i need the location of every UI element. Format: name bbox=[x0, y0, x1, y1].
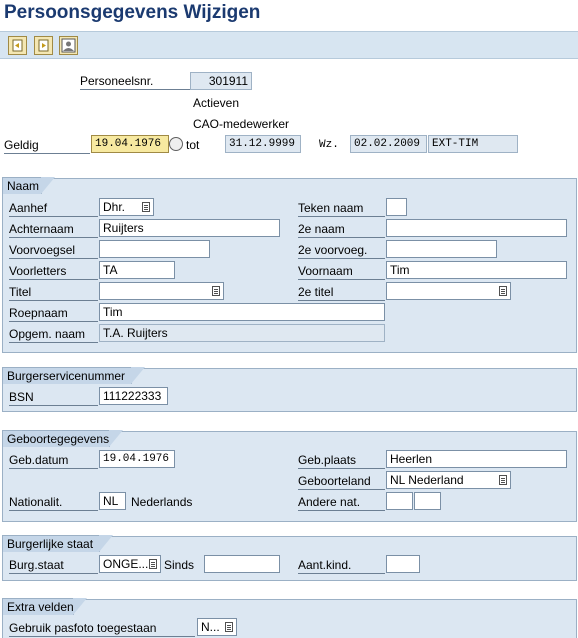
achternaam-field[interactable]: Ruijters bbox=[99, 219, 280, 237]
valid-from-field[interactable]: 19.04.1976 bbox=[91, 135, 169, 153]
to-label: tot bbox=[186, 138, 200, 152]
aanhef-select[interactable]: Dhr. bbox=[99, 198, 154, 216]
nationalit-text: Nederlands bbox=[131, 495, 193, 509]
nationalit-field[interactable]: NL bbox=[99, 492, 126, 510]
voorletters-label: Voorletters bbox=[9, 263, 98, 280]
gebplaats-field[interactable]: Heerlen bbox=[386, 450, 567, 468]
dropdown-icon[interactable] bbox=[149, 559, 157, 569]
personnel-number-label: Personeelsnr. bbox=[80, 73, 190, 90]
employee-subgroup-text: CAO-medewerker bbox=[193, 117, 290, 131]
dropdown-icon[interactable] bbox=[499, 475, 507, 485]
changed-on-label: Wz. bbox=[319, 139, 339, 151]
dropdown-icon[interactable] bbox=[142, 202, 150, 212]
tweede-naam-field[interactable] bbox=[386, 219, 567, 237]
andere-nat-label: Andere nat. bbox=[298, 494, 385, 511]
date-picker-icon[interactable] bbox=[169, 137, 183, 151]
titel-select[interactable] bbox=[99, 282, 224, 300]
tweede-titel-label: 2e titel bbox=[298, 284, 385, 301]
gebdatum-field[interactable]: 19.04.1976 bbox=[99, 450, 175, 468]
tweede-voorvoeg-field[interactable] bbox=[386, 240, 497, 258]
dropdown-icon[interactable] bbox=[499, 286, 507, 296]
dropdown-icon[interactable] bbox=[212, 286, 220, 296]
opgem-naam-field: T.A. Ruijters bbox=[99, 324, 385, 342]
photo-area bbox=[391, 89, 455, 135]
roepnaam-field[interactable]: Tim bbox=[99, 303, 385, 321]
sinds-label: Sinds bbox=[164, 558, 195, 572]
valid-label: Geldig bbox=[4, 137, 90, 154]
nationalit-label: Nationalit. bbox=[9, 494, 98, 511]
voornaam-label: Voornaam bbox=[298, 263, 385, 280]
bsn-label: BSN bbox=[9, 389, 98, 406]
pasfoto-select[interactable]: N... bbox=[197, 618, 237, 636]
photo-icon[interactable] bbox=[59, 36, 78, 55]
burgstaat-label: Burg.staat bbox=[9, 557, 98, 574]
naam-group-title: Naam bbox=[2, 177, 55, 194]
voorvoegsel-label: Voorvoegsel bbox=[9, 242, 98, 259]
changed-on-date-field: 02.02.2009 bbox=[350, 135, 427, 153]
dropdown-icon[interactable] bbox=[225, 622, 233, 632]
voorvoegsel-field[interactable] bbox=[99, 240, 210, 258]
geboorteland-select[interactable]: NL Nederland bbox=[386, 471, 511, 489]
andere-nat-field-1[interactable] bbox=[386, 492, 413, 510]
pasfoto-value: N... bbox=[201, 620, 220, 634]
personnel-number-field: 301911 bbox=[190, 72, 252, 90]
roepnaam-label: Roepnaam bbox=[9, 305, 98, 322]
teken-naam-field[interactable] bbox=[386, 198, 407, 216]
page-title: Persoonsgegevens Wijzigen bbox=[4, 2, 261, 23]
aanhef-value: Dhr. bbox=[103, 200, 126, 214]
teken-naam-label: Teken naam bbox=[298, 200, 385, 217]
aantkind-label: Aant.kind. bbox=[298, 557, 385, 574]
employee-group-text: Actieven bbox=[193, 96, 240, 110]
tweede-titel-select[interactable] bbox=[386, 282, 511, 300]
changed-by-field: EXT-TIM bbox=[428, 135, 518, 153]
pasfoto-label: Gebruik pasfoto toegestaan bbox=[9, 620, 195, 637]
aanhef-label: Aanhef bbox=[9, 200, 98, 217]
previous-record-icon[interactable] bbox=[8, 36, 27, 55]
voorletters-field[interactable]: TA bbox=[99, 261, 175, 279]
tweede-voorvoeg-label: 2e voorvoeg. bbox=[298, 242, 385, 259]
burgstaat-select[interactable]: ONGE... bbox=[99, 555, 161, 573]
gebplaats-label: Geb.plaats bbox=[298, 452, 385, 469]
bsn-field[interactable]: 111222333 bbox=[99, 387, 168, 405]
titel-label: Titel bbox=[9, 284, 98, 301]
sinds-field[interactable] bbox=[204, 555, 280, 573]
burgstaat-value: ONGE... bbox=[103, 557, 149, 571]
voornaam-field[interactable]: Tim bbox=[386, 261, 567, 279]
extra-group-title: Extra velden bbox=[2, 598, 87, 615]
andere-nat-field-2[interactable] bbox=[414, 492, 441, 510]
opgem-naam-label: Opgem. naam bbox=[9, 326, 98, 343]
gebdatum-label: Geb.datum bbox=[9, 452, 98, 469]
application-toolbar bbox=[0, 31, 578, 59]
next-record-icon[interactable] bbox=[34, 36, 53, 55]
tweede-naam-label: 2e naam bbox=[298, 221, 385, 238]
geboorteland-value: NL Nederland bbox=[390, 473, 464, 487]
geboorte-group-title: Geboortegegevens bbox=[2, 430, 123, 447]
aantkind-field[interactable] bbox=[386, 555, 420, 573]
achternaam-label: Achternaam bbox=[9, 221, 98, 238]
bsn-group-title: Burgerservicenummer bbox=[2, 367, 145, 384]
valid-to-field: 31.12.9999 bbox=[225, 135, 301, 153]
geboorteland-label: Geboorteland bbox=[298, 473, 385, 490]
burgerlijk-group-title: Burgerlijke staat bbox=[2, 535, 113, 552]
